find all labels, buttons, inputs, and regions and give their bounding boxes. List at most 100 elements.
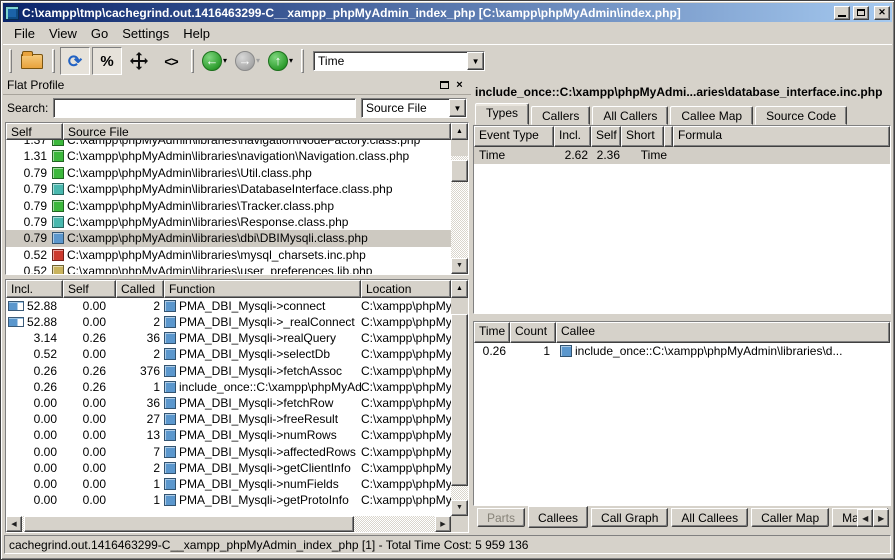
- column-header-callee[interactable]: Callee: [556, 322, 890, 343]
- column-header-time[interactable]: Time: [474, 322, 510, 343]
- column-header-incl[interactable]: Incl.: [554, 126, 591, 147]
- column-header-called[interactable]: Called: [116, 280, 164, 298]
- column-header-function[interactable]: Function: [164, 280, 361, 298]
- function-table-vscrollbar[interactable]: ▼: [451, 298, 468, 516]
- close-button[interactable]: ✕: [874, 6, 890, 20]
- forward-button[interactable]: → ▾: [232, 47, 263, 75]
- function-row[interactable]: 0.00 0.00 13 PMA_DBI_Mysqli->numRows C:\…: [6, 427, 451, 443]
- column-header-formula[interactable]: Formula: [673, 126, 890, 147]
- event-type-combobox[interactable]: Time ▼: [313, 51, 485, 71]
- callee-row[interactable]: 0.26 1 include_once::C:\xampp\phpMyAdmin…: [474, 343, 890, 360]
- relative-to-parent-button[interactable]: <>: [156, 47, 186, 75]
- menu-item[interactable]: Go: [84, 24, 115, 43]
- function-row[interactable]: 0.00 0.00 2 PMA_DBI_Mysqli->getClientInf…: [6, 460, 451, 476]
- function-row[interactable]: 0.26 0.26 1 include_once::C:\xampp\phpMy…: [6, 379, 451, 395]
- detail-tab[interactable]: All Callers: [592, 106, 668, 125]
- function-row[interactable]: 0.00 0.00 36 PMA_DBI_Mysqli->fetchRow C:…: [6, 395, 451, 411]
- scrollbar-thumb[interactable]: [24, 516, 354, 532]
- scrollbar-thumb[interactable]: [451, 160, 468, 182]
- source-file-row[interactable]: 0.79 C:\xampp\phpMyAdmin\libraries\Track…: [6, 197, 451, 213]
- source-file-row[interactable]: 0.79 C:\xampp\phpMyAdmin\libraries\Datab…: [6, 181, 451, 197]
- scrollbar-track[interactable]: [22, 516, 435, 532]
- app-icon: [5, 6, 19, 20]
- function-row[interactable]: 52.88 0.00 2 PMA_DBI_Mysqli->connect C:\…: [6, 298, 451, 314]
- search-input[interactable]: [53, 98, 356, 118]
- detail-tab[interactable]: Types: [475, 103, 529, 125]
- menu-item[interactable]: View: [42, 24, 84, 43]
- detail-splitter[interactable]: [473, 314, 891, 321]
- column-header-location[interactable]: Location: [361, 280, 451, 298]
- scrollbar-track[interactable]: [451, 314, 468, 500]
- detail-tab[interactable]: Callee Map: [670, 106, 753, 125]
- function-icon: [164, 381, 176, 393]
- scrollbar-thumb[interactable]: [451, 314, 468, 486]
- source-file-scrollbar[interactable]: ▼: [451, 140, 468, 274]
- source-file-row[interactable]: 1.37 C:\xampp\phpMyAdmin\libraries\navig…: [6, 140, 451, 148]
- cycle-detection-button[interactable]: ⟳: [60, 47, 90, 75]
- scroll-up-icon[interactable]: ▲: [451, 123, 468, 140]
- back-button[interactable]: ← ▾: [199, 47, 230, 75]
- function-table-hscrollbar[interactable]: ◀ ▶: [6, 516, 468, 532]
- source-file-row[interactable]: 0.79 C:\xampp\phpMyAdmin\libraries\Util.…: [6, 165, 451, 181]
- source-file-row[interactable]: 0.52 C:\xampp\phpMyAdmin\libraries\user_…: [6, 263, 451, 274]
- menu-item[interactable]: Settings: [115, 24, 176, 43]
- column-header-event-type[interactable]: Event Type: [474, 126, 554, 147]
- function-location: C:\xampp\phpMy...: [361, 477, 451, 491]
- detail-bottom-tab[interactable]: Call Graph: [591, 508, 668, 527]
- open-file-button[interactable]: [17, 47, 47, 75]
- move-button[interactable]: [124, 47, 154, 75]
- function-row[interactable]: 0.00 0.00 1 PMA_DBI_Mysqli->getProtoInfo…: [6, 492, 451, 508]
- column-header-count[interactable]: Count: [510, 322, 556, 343]
- up-dropdown-icon[interactable]: ▾: [289, 57, 293, 65]
- percent-relative-button[interactable]: %: [92, 47, 122, 75]
- detail-tab[interactable]: Callers: [531, 106, 590, 125]
- dock-float-button[interactable]: [437, 79, 452, 92]
- source-file-row[interactable]: 0.79 C:\xampp\phpMyAdmin\libraries\dbi\D…: [6, 230, 451, 246]
- toolbar-grip[interactable]: [9, 49, 12, 73]
- detail-bottom-tab[interactable]: Callees: [528, 506, 588, 528]
- function-name: PMA_DBI_Mysqli->fetchAssoc: [179, 364, 342, 378]
- scroll-left-icon[interactable]: ◀: [6, 516, 22, 532]
- source-file-row[interactable]: 0.79 C:\xampp\phpMyAdmin\libraries\Respo…: [6, 214, 451, 230]
- maximize-button[interactable]: [853, 6, 869, 20]
- function-row[interactable]: 0.00 0.00 7 PMA_DBI_Mysqli->affectedRows…: [6, 444, 451, 460]
- event-type-row[interactable]: Time 2.62 2.36 Time: [474, 147, 890, 164]
- function-row[interactable]: 0.00 0.00 1 PMA_DBI_Mysqli->numFields C:…: [6, 476, 451, 492]
- forward-dropdown-icon[interactable]: ▾: [256, 57, 260, 65]
- tab-scroll-left-icon[interactable]: ◀: [857, 509, 873, 527]
- combo-arrow-icon[interactable]: ▼: [467, 52, 484, 70]
- up-button[interactable]: ↑ ▾: [265, 47, 296, 75]
- function-row[interactable]: 0.52 0.00 2 PMA_DBI_Mysqli->selectDb C:\…: [6, 346, 451, 362]
- detail-bottom-tab[interactable]: All Callees: [671, 508, 748, 527]
- scroll-down-icon[interactable]: ▼: [451, 258, 468, 274]
- column-header-self[interactable]: Self: [6, 123, 63, 140]
- minimize-button[interactable]: [834, 6, 850, 20]
- function-row[interactable]: 3.14 0.26 36 PMA_DBI_Mysqli->realQuery C…: [6, 330, 451, 346]
- menu-item[interactable]: File: [7, 24, 42, 43]
- scroll-right-icon[interactable]: ▶: [435, 516, 451, 532]
- source-file-row[interactable]: 1.31 C:\xampp\phpMyAdmin\libraries\navig…: [6, 148, 451, 164]
- group-by-combobox[interactable]: Source File ▼: [361, 98, 467, 118]
- column-header-self[interactable]: Self: [63, 280, 116, 298]
- detail-tab[interactable]: Source Code: [755, 106, 847, 125]
- dock-close-button[interactable]: ×: [452, 79, 467, 92]
- scroll-up-icon[interactable]: ▲: [451, 280, 468, 298]
- source-file-row[interactable]: 0.52 C:\xampp\phpMyAdmin\libraries\mysql…: [6, 247, 451, 263]
- function-row[interactable]: 0.26 0.26 376 PMA_DBI_Mysqli->fetchAssoc…: [6, 363, 451, 379]
- combo-arrow-icon[interactable]: ▼: [449, 99, 466, 117]
- tab-scroll-right-icon[interactable]: ▶: [873, 509, 889, 527]
- column-header-self[interactable]: Self: [591, 126, 621, 147]
- function-row[interactable]: 52.88 0.00 2 PMA_DBI_Mysqli->_realConnec…: [6, 314, 451, 330]
- column-header-short[interactable]: Short: [621, 126, 664, 147]
- detail-bottom-tab[interactable]: Parts: [477, 508, 525, 527]
- menu-item[interactable]: Help: [176, 24, 217, 43]
- column-header-source-file[interactable]: Source File: [63, 123, 451, 140]
- scroll-down-icon[interactable]: ▼: [451, 500, 468, 516]
- function-row[interactable]: 0.00 0.00 27 PMA_DBI_Mysqli->freeResult …: [6, 411, 451, 427]
- column-header-incl[interactable]: Incl.: [6, 280, 63, 298]
- back-dropdown-icon[interactable]: ▾: [223, 57, 227, 65]
- up-icon: ↑: [268, 51, 288, 71]
- function-incl-cost: 0.00: [24, 493, 63, 507]
- scrollbar-track[interactable]: [451, 156, 468, 258]
- detail-bottom-tab[interactable]: Caller Map: [751, 508, 829, 527]
